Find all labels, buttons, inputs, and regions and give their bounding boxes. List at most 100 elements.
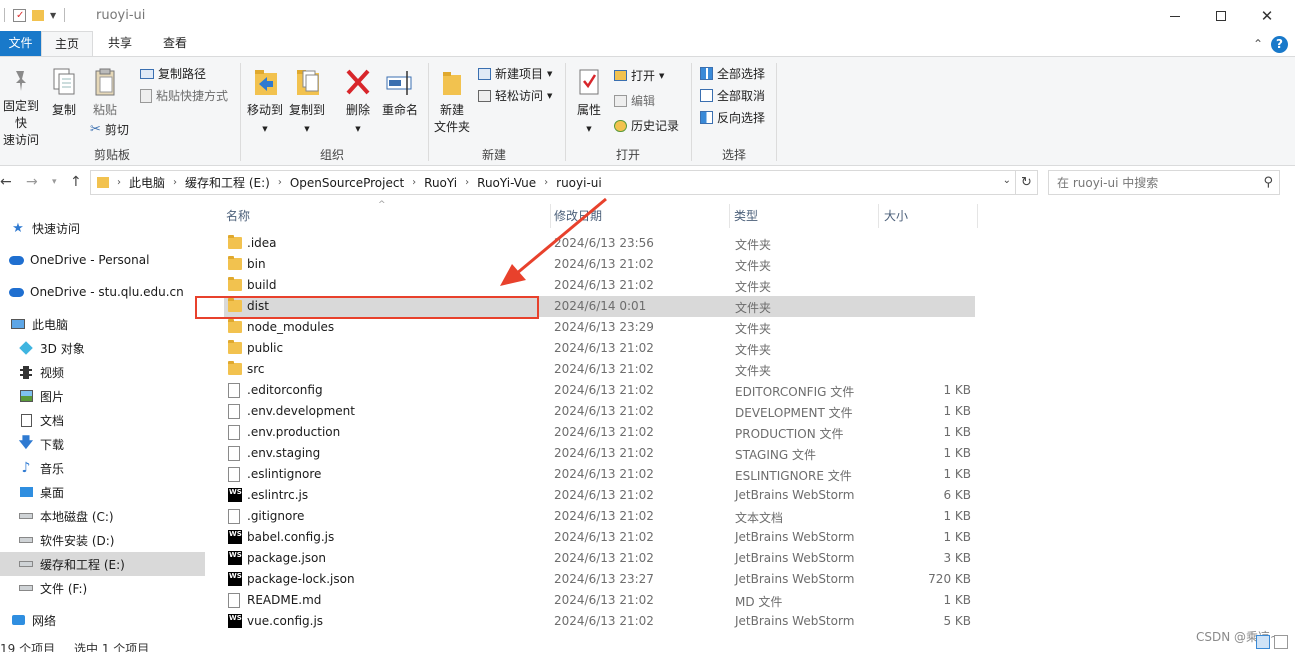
nav-drive-d[interactable]: 软件安装 (D:) bbox=[0, 528, 205, 552]
maximize-button[interactable] bbox=[1198, 4, 1244, 28]
breadcrumb-ruoyi[interactable]: RuoYi bbox=[424, 176, 457, 190]
breadcrumb-ruoyi-ui[interactable]: ruoyi-ui bbox=[556, 176, 602, 190]
properties-check-icon[interactable]: ✓ bbox=[13, 8, 26, 22]
edit-button[interactable]: 编辑 bbox=[614, 92, 655, 109]
copy-path-button[interactable]: 复制路径 bbox=[140, 65, 206, 82]
column-header-name[interactable]: 名称 bbox=[226, 207, 250, 224]
nav-drive-f[interactable]: 文件 (F:) bbox=[0, 576, 205, 600]
nav-documents[interactable]: 文档 bbox=[0, 408, 205, 432]
file-row[interactable]: bin 2024/6/13 21:02 文件夹 bbox=[224, 254, 975, 275]
new-folder-button[interactable]: 新建 文件夹 bbox=[432, 67, 472, 136]
tab-view[interactable]: 查看 bbox=[150, 31, 200, 56]
minimize-button[interactable] bbox=[1152, 4, 1198, 28]
file-row[interactable]: build 2024/6/13 21:02 文件夹 bbox=[224, 275, 975, 296]
cut-button[interactable]: ✂ 剪切 bbox=[90, 121, 129, 138]
tab-file[interactable]: 文件 bbox=[0, 31, 41, 56]
file-row[interactable]: README.md 2024/6/13 21:02 MD 文件 1 KB bbox=[224, 590, 975, 611]
nav-this-pc[interactable]: 此电脑 bbox=[0, 312, 205, 336]
ribbon-collapse-icon[interactable]: ⌃ bbox=[1253, 37, 1263, 51]
column-header-size[interactable]: 大小 bbox=[884, 207, 908, 224]
breadcrumb-ruoyi-vue[interactable]: RuoYi-Vue bbox=[477, 176, 536, 190]
nav-onedrive-school[interactable]: OneDrive - stu.qlu.edu.cn bbox=[0, 280, 205, 304]
help-icon[interactable]: ? bbox=[1271, 36, 1288, 53]
address-dropdown-chevron-icon[interactable]: ⌄ bbox=[1003, 175, 1011, 186]
nav-desktop[interactable]: 桌面 bbox=[0, 480, 205, 504]
file-row[interactable]: node_modules 2024/6/13 23:29 文件夹 bbox=[224, 317, 975, 338]
invert-selection-button[interactable]: 反向选择 bbox=[700, 109, 765, 126]
properties-button[interactable]: 属性 ▼ bbox=[572, 67, 606, 138]
breadcrumb-this-pc[interactable]: 此电脑 bbox=[129, 174, 165, 191]
nav-quick-access[interactable]: ★ 快速访问 bbox=[0, 216, 205, 240]
file-row[interactable]: WS package-lock.json 2024/6/13 23:27 JetBra… bbox=[224, 569, 975, 590]
rename-button[interactable]: 重命名 bbox=[380, 67, 420, 119]
select-none-button[interactable]: 全部取消 bbox=[700, 87, 765, 104]
column-divider[interactable] bbox=[550, 204, 551, 228]
file-name: .env.production bbox=[247, 425, 341, 439]
file-row[interactable]: .env.development 2024/6/13 21:02 DEVELOPME… bbox=[224, 401, 975, 422]
search-icon[interactable]: ⚲ bbox=[1263, 175, 1273, 190]
file-row[interactable]: .env.staging 2024/6/13 21:02 STAGING 文件 1 K… bbox=[224, 443, 975, 464]
up-arrow-icon[interactable]: ↑ bbox=[70, 174, 82, 190]
file-row[interactable]: WS package.json 2024/6/13 21:02 JetBrains W… bbox=[224, 548, 975, 569]
column-header-date[interactable]: 修改日期 bbox=[554, 207, 602, 224]
refresh-button[interactable]: ↻ bbox=[1016, 170, 1038, 195]
file-row[interactable]: .editorconfig 2024/6/13 21:02 EDITORCONFIG… bbox=[224, 380, 975, 401]
paste-button[interactable]: 粘贴 bbox=[88, 67, 122, 119]
select-all-button[interactable]: 全部选择 bbox=[700, 65, 765, 82]
nav-onedrive-personal[interactable]: OneDrive - Personal bbox=[0, 248, 205, 272]
move-to-button[interactable]: 移动到 ▼ bbox=[246, 67, 284, 138]
column-divider[interactable] bbox=[977, 204, 978, 228]
pin-to-quick-access-button[interactable]: 固定到快 速访问 bbox=[0, 67, 42, 149]
new-item-button[interactable]: 新建项目 ▼ bbox=[478, 65, 552, 82]
file-row[interactable]: public 2024/6/13 21:02 文件夹 bbox=[224, 338, 975, 359]
breadcrumb-opensourceproject[interactable]: OpenSourceProject bbox=[290, 176, 404, 190]
file-row[interactable]: .env.production 2024/6/13 21:02 PRODUCTION… bbox=[224, 422, 975, 443]
nav-drive-c[interactable]: 本地磁盘 (C:) bbox=[0, 504, 205, 528]
delete-button[interactable]: 删除 ▼ bbox=[342, 67, 374, 138]
file-modified-date: 2024/6/13 21:02 bbox=[554, 593, 654, 607]
nav-music[interactable]: ♪ 音乐 bbox=[0, 456, 205, 480]
file-modified-date: 2024/6/13 21:02 bbox=[554, 257, 654, 271]
address-breadcrumb[interactable]: › 此电脑 › 缓存和工程 (E:) › OpenSourceProject ›… bbox=[90, 170, 1016, 195]
nav-downloads[interactable]: 🡇 下载 bbox=[0, 432, 205, 456]
nav-3d-objects[interactable]: 3D 对象 bbox=[0, 336, 205, 360]
column-header-type[interactable]: 类型 bbox=[734, 207, 758, 224]
search-input[interactable]: 在 ruoyi-ui 中搜索 ⚲ bbox=[1048, 170, 1280, 195]
close-button[interactable]: ✕ bbox=[1244, 4, 1290, 28]
large-icons-view-button[interactable] bbox=[1274, 635, 1288, 649]
nav-label: 下载 bbox=[40, 437, 65, 452]
chevron-down-icon[interactable]: ▼ bbox=[50, 11, 56, 20]
column-divider[interactable] bbox=[729, 204, 730, 228]
file-row[interactable]: WS .eslintrc.js 2024/6/13 21:02 JetBrains W… bbox=[224, 485, 975, 506]
back-arrow-icon[interactable]: ← bbox=[0, 174, 12, 190]
tab-home[interactable]: 主页 bbox=[41, 31, 93, 56]
copy-button[interactable]: 复制 bbox=[47, 67, 81, 119]
file-row[interactable]: .gitignore 2024/6/13 21:02 文本文档 1 KB bbox=[224, 506, 975, 527]
file-type: 文件夹 bbox=[735, 238, 772, 252]
nav-videos[interactable]: 视频 bbox=[0, 360, 205, 384]
tab-share[interactable]: 共享 bbox=[95, 31, 145, 56]
file-type: JetBrains WebStorm bbox=[735, 572, 855, 586]
nav-pictures[interactable]: 图片 bbox=[0, 384, 205, 408]
breadcrumb-separator-icon: › bbox=[117, 177, 121, 188]
breadcrumb-drive-e[interactable]: 缓存和工程 (E:) bbox=[185, 174, 270, 191]
file-row[interactable]: WS babel.config.js 2024/6/13 21:02 JetBrain… bbox=[224, 527, 975, 548]
forward-arrow-icon[interactable]: → bbox=[26, 174, 38, 190]
nav-drive-e[interactable]: 缓存和工程 (E:) bbox=[0, 552, 205, 576]
open-button[interactable]: 打开 ▼ bbox=[614, 67, 664, 84]
history-button[interactable]: 历史记录 bbox=[614, 117, 679, 134]
paste-shortcut-button[interactable]: 粘贴快捷方式 bbox=[140, 87, 228, 104]
nav-network[interactable]: 网络 bbox=[0, 608, 205, 632]
recent-locations-chevron-icon[interactable]: ▾ bbox=[52, 177, 57, 187]
details-view-button[interactable] bbox=[1256, 635, 1270, 649]
file-size: 3 KB bbox=[943, 551, 971, 565]
file-row[interactable]: src 2024/6/13 21:02 文件夹 bbox=[224, 359, 975, 380]
nav-label: 视频 bbox=[40, 365, 65, 380]
copy-to-button[interactable]: 复制到 ▼ bbox=[288, 67, 326, 138]
easy-access-button[interactable]: 轻松访问 ▼ bbox=[478, 87, 552, 104]
new-folder-quick-icon[interactable] bbox=[32, 9, 44, 21]
file-row[interactable]: WS vue.config.js 2024/6/13 21:02 JetBrains … bbox=[224, 611, 975, 632]
column-divider[interactable] bbox=[878, 204, 879, 228]
file-row[interactable]: .eslintignore 2024/6/13 21:02 ESLINTIGNORE… bbox=[224, 464, 975, 485]
file-row[interactable]: .idea 2024/6/13 23:56 文件夹 bbox=[224, 233, 975, 254]
